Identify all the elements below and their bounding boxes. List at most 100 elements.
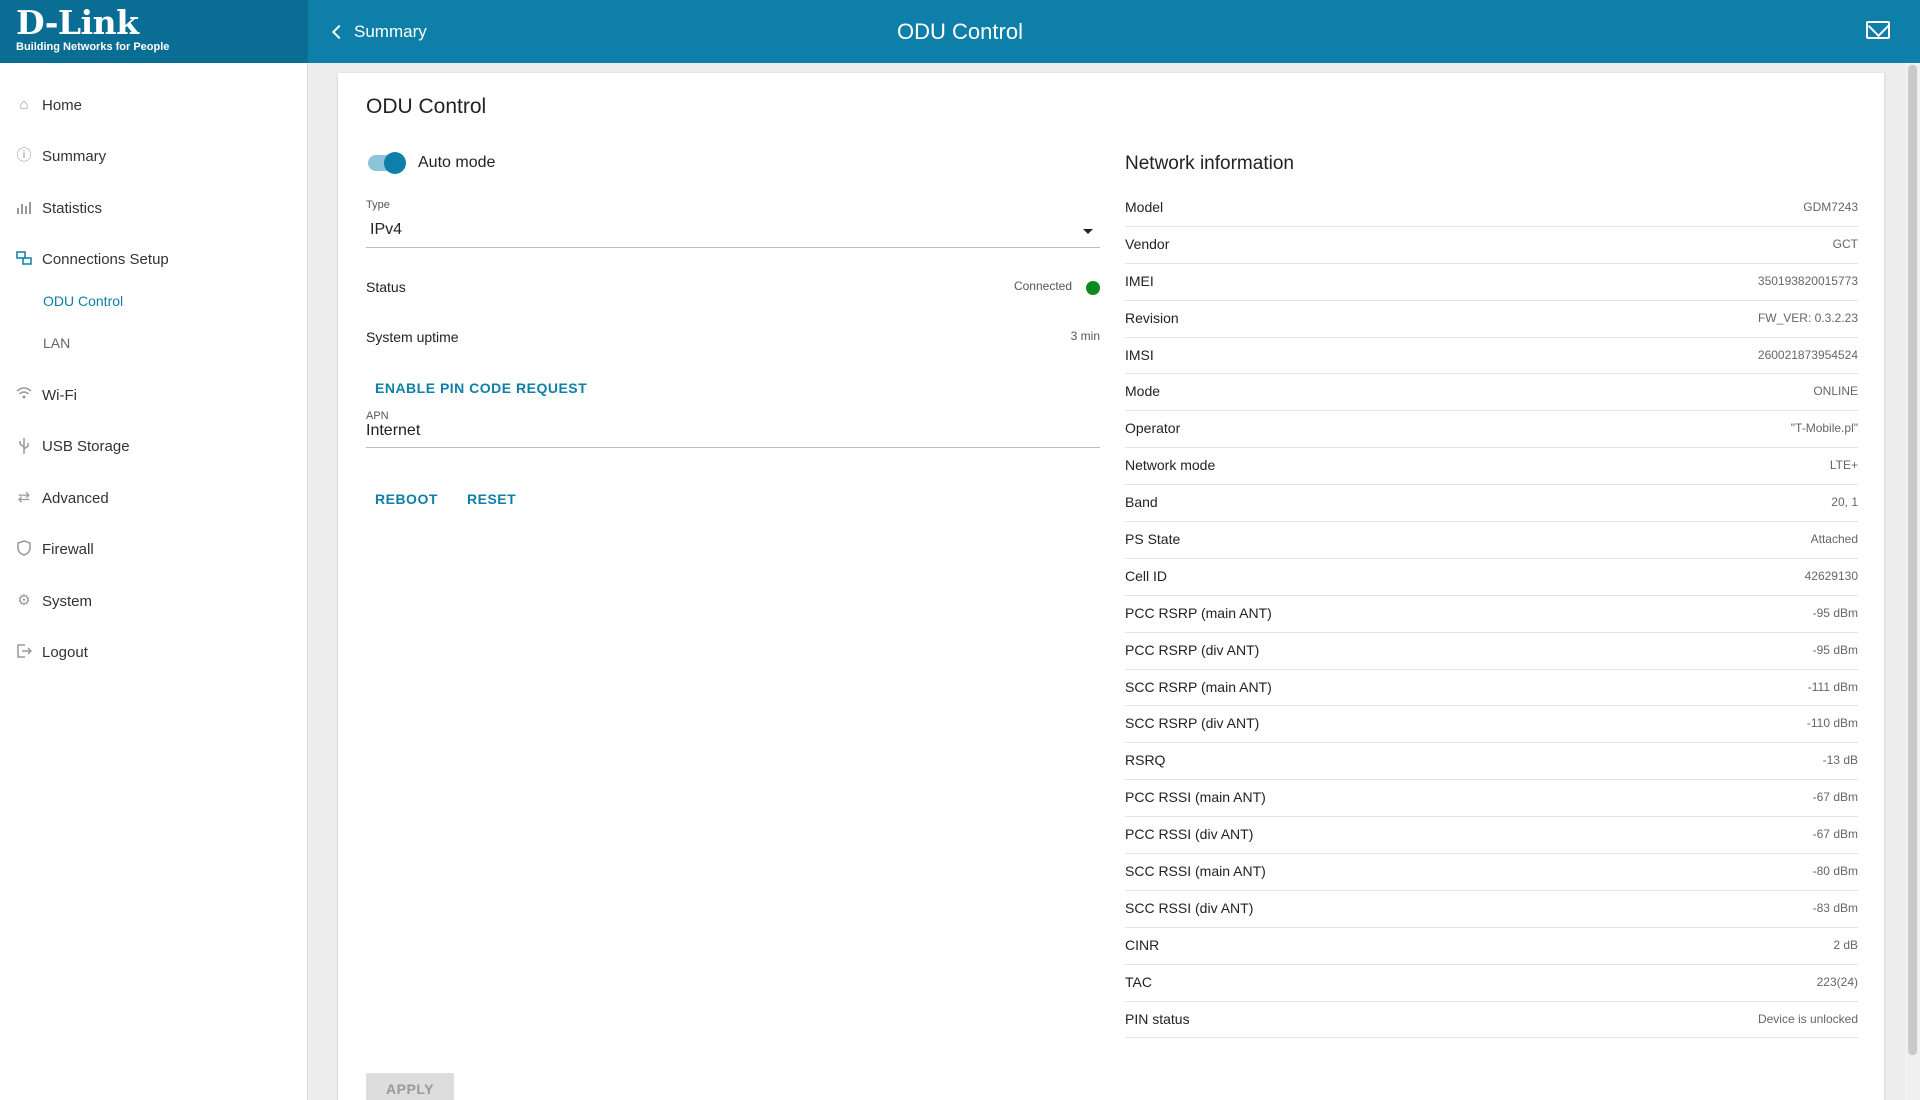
network-info-key: PCC RSSI (main ANT) <box>1125 789 1266 806</box>
network-info-value: Device is unlocked <box>1757 1011 1858 1026</box>
network-info-row: IMSI 260021873954524 <box>1125 338 1858 375</box>
sidebar-item-usb-storage[interactable]: USB Storage <box>0 426 300 466</box>
network-info-row: CINR 2 dB <box>1125 928 1858 965</box>
network-info-key: SCC RSRP (div ANT) <box>1125 715 1260 732</box>
page-scrollbar[interactable] <box>1905 63 1920 1100</box>
reboot-button[interactable]: REBOOT <box>375 491 438 507</box>
network-info-key: PCC RSRP (div ANT) <box>1125 641 1260 658</box>
sidebar-item-summary[interactable]: ⓘ Summary <box>0 136 300 176</box>
sidebar-item-firewall[interactable]: Firewall <box>0 529 300 569</box>
sidebar-item-advanced[interactable]: ⇄ Advanced <box>0 478 300 518</box>
type-select[interactable]: IPv4 <box>366 219 1100 248</box>
network-info-value: GCT <box>1832 236 1858 251</box>
network-info-key: Mode <box>1125 383 1161 400</box>
network-info-row: Operator "T-Mobile.pl" <box>1125 411 1858 449</box>
network-info-row: PIN status Device is unlocked <box>1125 1002 1858 1039</box>
network-info-value: ONLINE <box>1813 384 1858 399</box>
arrows-icon: ⇄ <box>17 489 31 506</box>
network-info-key: SCC RSSI (div ANT) <box>1125 899 1254 916</box>
sidebar-subitem-lan[interactable]: LAN <box>43 328 70 358</box>
network-info-key: Vendor <box>1125 235 1170 252</box>
home-icon: ⌂ <box>19 96 29 113</box>
network-info-key: Network mode <box>1125 457 1216 474</box>
scrollbar-thumb[interactable] <box>1908 65 1917 1055</box>
network-info-value: LTE+ <box>1829 458 1858 473</box>
network-info-row: Revision FW_VER: 0.3.2.23 <box>1125 301 1858 338</box>
auto-mode-toggle[interactable] <box>368 152 406 174</box>
top-header: D-Link Building Networks for People Summ… <box>0 0 1920 63</box>
sidebar-item-label: Summary <box>42 147 107 165</box>
logout-icon <box>15 643 33 661</box>
back-to-summary-link[interactable]: Summary <box>331 0 427 63</box>
network-info-value: "T-Mobile.pl" <box>1790 421 1858 436</box>
status-value: Connected <box>1013 279 1072 293</box>
network-info-row: PCC RSSI (div ANT) -67 dBm <box>1125 817 1858 855</box>
toggle-knob <box>384 152 406 174</box>
back-link-label: Summary <box>354 21 427 41</box>
caret-down-icon <box>1083 229 1093 234</box>
network-info-key: Band <box>1125 494 1158 511</box>
info-icon: ⓘ <box>16 147 32 164</box>
sidebar-item-home[interactable]: ⌂ Home <box>0 85 300 125</box>
network-info-row: PCC RSSI (main ANT) -67 dBm <box>1125 780 1858 818</box>
connections-icon <box>15 250 33 268</box>
logo-brand: D-Link <box>16 3 139 42</box>
network-info-key: TAC <box>1125 973 1152 990</box>
sidebar-subitem-odu-control[interactable]: ODU Control <box>43 286 123 316</box>
network-info-value: 2 dB <box>1833 937 1858 952</box>
reset-button[interactable]: RESET <box>467 491 516 507</box>
sidebar-item-label: Logout <box>42 643 88 661</box>
network-info-key: Operator <box>1125 420 1181 437</box>
network-info-key: PS State <box>1125 531 1181 548</box>
sidebar-item-wifi[interactable]: Wi-Fi <box>0 375 300 415</box>
type-select-value: IPv4 <box>370 221 403 238</box>
network-info-value: FW_VER: 0.3.2.23 <box>1757 310 1858 325</box>
network-info-row: SCC RSSI (div ANT) -83 dBm <box>1125 891 1858 928</box>
dlink-logo[interactable]: D-Link Building Networks for People <box>16 3 170 54</box>
apn-input[interactable]: Internet <box>366 420 1100 448</box>
network-info-key: SCC RSRP (main ANT) <box>1125 678 1272 695</box>
logo-tagline: Building Networks for People <box>16 41 170 53</box>
mail-icon[interactable] <box>1866 21 1890 39</box>
network-info-row: PCC RSRP (main ANT) -95 dBm <box>1125 596 1858 633</box>
network-info-row: SCC RSRP (main ANT) -111 dBm <box>1125 670 1858 707</box>
sidebar-item-connections-setup[interactable]: Connections Setup <box>0 239 300 279</box>
network-info-value: -111 dBm <box>1807 679 1858 694</box>
network-info-value: -83 dBm <box>1812 900 1858 915</box>
network-info-value: -13 dB <box>1822 753 1858 768</box>
usb-icon <box>15 437 33 455</box>
network-information-title: Network information <box>1125 153 1294 174</box>
network-info-key: Cell ID <box>1125 567 1168 584</box>
type-field-label: Type <box>366 199 390 211</box>
sidebar-item-statistics[interactable]: Statistics <box>0 188 300 228</box>
bar-chart-icon <box>15 199 33 217</box>
network-info-key: RSRQ <box>1125 752 1166 769</box>
apply-button[interactable]: APPLY <box>366 1073 454 1100</box>
sidebar-item-logout[interactable]: Logout <box>0 632 300 672</box>
sidebar-item-label: Advanced <box>42 489 109 507</box>
status-label: Status <box>366 279 406 295</box>
network-info-value: -95 dBm <box>1812 605 1858 620</box>
status-row: Status Connected <box>366 276 1100 300</box>
network-info-row: Mode ONLINE <box>1125 374 1858 412</box>
shield-icon <box>15 540 33 558</box>
sidebar: ⌂ Home ⓘ Summary Statistics Connections … <box>0 63 308 1100</box>
network-info-key: PCC RSSI (div ANT) <box>1125 826 1254 843</box>
network-information-table: Model GDM7243 Vendor GCT IMEI 350193820015773… <box>1125 190 1858 1039</box>
network-info-row: PCC RSRP (div ANT) -95 dBm <box>1125 633 1858 670</box>
sidebar-item-label: Firewall <box>42 540 94 558</box>
sidebar-item-system[interactable]: ⚙ System <box>0 581 300 621</box>
sidebar-item-label: Connections Setup <box>42 250 169 268</box>
network-info-row: SCC RSRP (div ANT) -110 dBm <box>1125 706 1858 744</box>
network-info-key: IMEI <box>1125 272 1154 289</box>
network-info-value: -67 dBm <box>1812 790 1858 805</box>
network-info-value: -110 dBm <box>1806 716 1858 731</box>
network-info-key: SCC RSSI (main ANT) <box>1125 863 1266 880</box>
uptime-value: 3 min <box>1070 329 1100 343</box>
network-info-key: CINR <box>1125 936 1160 953</box>
network-info-value: 223(24) <box>1816 974 1858 989</box>
enable-pin-code-request-button[interactable]: ENABLE PIN CODE REQUEST <box>375 380 587 396</box>
sidebar-item-label: Home <box>42 96 83 114</box>
network-info-key: IMSI <box>1125 346 1154 363</box>
uptime-label: System uptime <box>366 329 459 345</box>
